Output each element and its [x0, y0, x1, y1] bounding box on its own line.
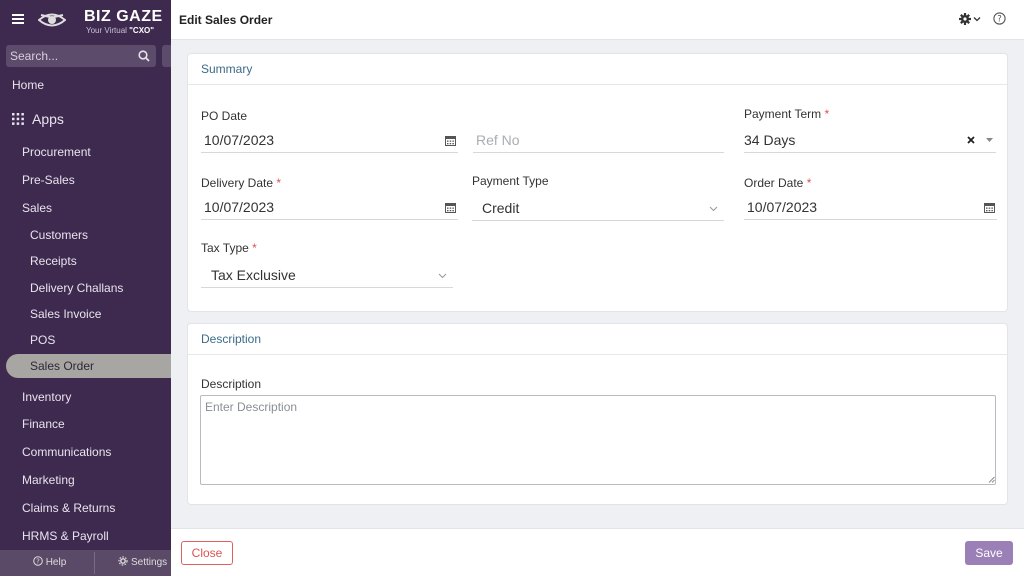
sidebar-item-inventory[interactable]: Inventory [0, 385, 171, 409]
save-button[interactable]: Save [965, 541, 1013, 565]
sidebar-item-pos[interactable]: POS [0, 328, 171, 352]
sidebar-item-hrms-payroll[interactable]: HRMS & Payroll [0, 524, 171, 548]
search-icon[interactable] [138, 50, 150, 62]
sidebar-item-communications[interactable]: Communications [0, 440, 171, 464]
tax-type-value: Tax Exclusive [211, 267, 296, 283]
search-box [6, 45, 156, 67]
po-date-label: PO Date [201, 109, 248, 123]
sidebar-header: BIZ GAZE Your Virtual "CXO" [0, 0, 171, 40]
sidebar-item-receipts[interactable]: Receipts [0, 249, 171, 273]
sidebar-item-pre-sales[interactable]: Pre-Sales [0, 168, 171, 192]
tax-type-label: Tax Type * [201, 241, 257, 255]
description-section: Description Description [187, 323, 1008, 505]
description-heading: Description [188, 324, 1007, 355]
chevron-down-icon[interactable] [973, 16, 981, 22]
sidebar-item-marketing[interactable]: Marketing [0, 468, 171, 492]
sidebar-item-sales-order[interactable]: Sales Order [6, 354, 171, 378]
page-title: Edit Sales Order [179, 13, 273, 27]
svg-text:?: ? [997, 15, 1002, 25]
sidebar-item-procurement[interactable]: Procurement [0, 140, 171, 164]
settings-button[interactable]: Settings [100, 552, 180, 574]
delivery-date-field[interactable]: 10/07/2023 [201, 195, 458, 220]
clear-icon[interactable] [967, 136, 975, 144]
calendar-icon[interactable] [984, 202, 995, 213]
payment-type-select[interactable]: Credit [472, 196, 724, 221]
calendar-icon[interactable] [445, 135, 456, 146]
summary-heading: Summary [188, 54, 1007, 85]
brand-tagline: Your Virtual "CXO" [86, 26, 155, 35]
description-label: Description [201, 377, 262, 391]
tax-type-select[interactable]: Tax Exclusive [201, 263, 453, 288]
order-date-label: Order Date * [744, 176, 812, 190]
sidebar-item-customers[interactable]: Customers [0, 223, 171, 247]
delivery-date-label: Delivery Date * [201, 176, 282, 190]
sidebar-item-claims-returns[interactable]: Claims & Returns [0, 496, 171, 520]
po-date-field[interactable]: 10/07/2023 [201, 128, 458, 153]
bizgaze-logo [38, 13, 66, 27]
gear-icon[interactable] [959, 13, 971, 25]
order-date-field[interactable]: 10/07/2023 [744, 195, 997, 220]
order-date-value: 10/07/2023 [747, 199, 818, 215]
chevron-down-icon[interactable] [438, 273, 447, 279]
resize-grip-icon[interactable] [988, 476, 995, 483]
question-circle-icon[interactable]: ? [993, 12, 1006, 25]
chevron-down-icon[interactable] [709, 206, 718, 212]
menu-icon[interactable] [12, 14, 24, 24]
help-button[interactable]: ? Help [5, 552, 95, 574]
sidebar-footer: ? Help Settings [0, 550, 171, 576]
caret-down-icon[interactable] [986, 138, 993, 142]
top-bar: Edit Sales Order ? [171, 0, 1024, 40]
sidebar-item-home[interactable]: Home [0, 73, 171, 97]
calendar-icon[interactable] [445, 202, 456, 213]
search-input[interactable] [10, 45, 130, 67]
sidebar-item-delivery-challans[interactable]: Delivery Challans [0, 276, 171, 300]
gear-icon [118, 556, 128, 566]
delivery-date-value: 10/07/2023 [204, 199, 275, 215]
help-label: Help [45, 557, 67, 568]
payment-term-select[interactable]: 34 Days [744, 128, 996, 153]
sidebar-item-finance[interactable]: Finance [0, 412, 171, 436]
help-icon: ? [32, 556, 43, 566]
payment-type-label: Payment Type [472, 174, 549, 188]
apps-label: Apps [32, 111, 64, 127]
footer-actions: Close Save [171, 528, 1024, 576]
payment-term-value: 34 Days [744, 132, 796, 148]
close-button[interactable]: Close [181, 541, 233, 565]
payment-term-label: Payment Term * [744, 107, 830, 121]
apps-grid-icon [12, 113, 24, 125]
ref-no-placeholder: Ref No [476, 132, 520, 148]
main-panel: Edit Sales Order ? Summary PO Date 10/07… [171, 0, 1024, 576]
sidebar-item-apps[interactable]: Apps [0, 107, 171, 131]
sidebar-item-sales-invoice[interactable]: Sales Invoice [0, 302, 171, 326]
summary-section: Summary PO Date 10/07/2023 Ref No Paymen… [187, 53, 1008, 312]
sidebar-item-sales[interactable]: Sales [0, 196, 171, 220]
sidebar: BIZ GAZE Your Virtual "CXO" Home Apps Pr… [0, 0, 171, 576]
payment-type-value: Credit [482, 200, 520, 216]
search-filter-tab[interactable] [162, 45, 171, 67]
brand-name: BIZ GAZE [84, 8, 163, 25]
description-textarea[interactable] [200, 395, 996, 485]
po-date-value: 10/07/2023 [204, 132, 275, 148]
settings-label: Settings [131, 557, 168, 568]
ref-no-input[interactable]: Ref No [473, 128, 724, 153]
svg-text:?: ? [36, 558, 40, 566]
